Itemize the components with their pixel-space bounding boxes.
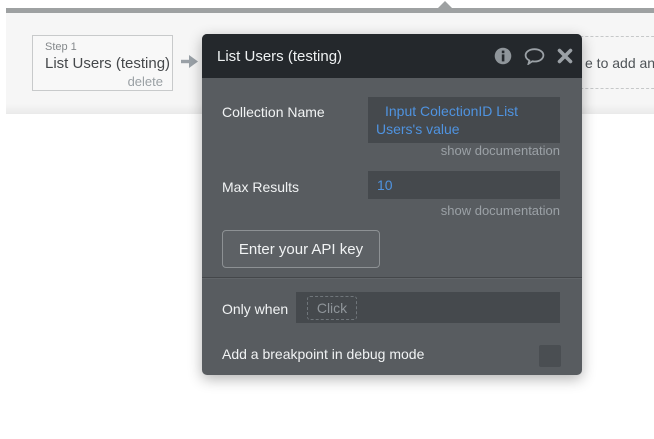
info-icon[interactable]: [494, 47, 512, 65]
collection-name-label: Collection Name: [222, 104, 325, 120]
step-title: List Users (testing): [45, 55, 171, 72]
popup-divider: [202, 277, 582, 279]
max-results-label: Max Results: [222, 179, 300, 195]
close-icon[interactable]: [557, 48, 573, 64]
max-results-field[interactable]: 10: [368, 171, 560, 199]
step-number-label: Step 1: [45, 41, 77, 53]
flow-arrow-icon: [179, 53, 200, 75]
comment-icon[interactable]: [524, 47, 545, 65]
show-documentation-link-max-results[interactable]: show documentation: [368, 204, 560, 218]
only-when-label: Only when: [222, 301, 289, 317]
action-settings-popup: List Users (testing) Collection Name Inp…: [202, 34, 582, 375]
workflow-editor-canvas: e to add an Step 1 List Users (testing) …: [0, 0, 654, 439]
popup-header[interactable]: List Users (testing): [202, 34, 582, 78]
step-card[interactable]: Step 1 List Users (testing) delete: [32, 35, 173, 91]
click-placeholder-chip[interactable]: Click: [307, 295, 357, 320]
breakpoint-checkbox[interactable]: [539, 345, 561, 367]
breakpoint-label: Add a breakpoint in debug mode: [222, 346, 425, 362]
only-when-field[interactable]: Click: [296, 292, 560, 323]
show-documentation-link-collection[interactable]: show documentation: [368, 144, 560, 158]
enter-api-key-button[interactable]: Enter your API key: [222, 230, 380, 268]
popup-title: List Users (testing): [217, 47, 343, 65]
collection-name-field[interactable]: Input ColectionID List Users's value: [368, 97, 560, 143]
delete-step-link[interactable]: delete: [45, 74, 163, 89]
caret-up-icon: [433, 1, 457, 13]
